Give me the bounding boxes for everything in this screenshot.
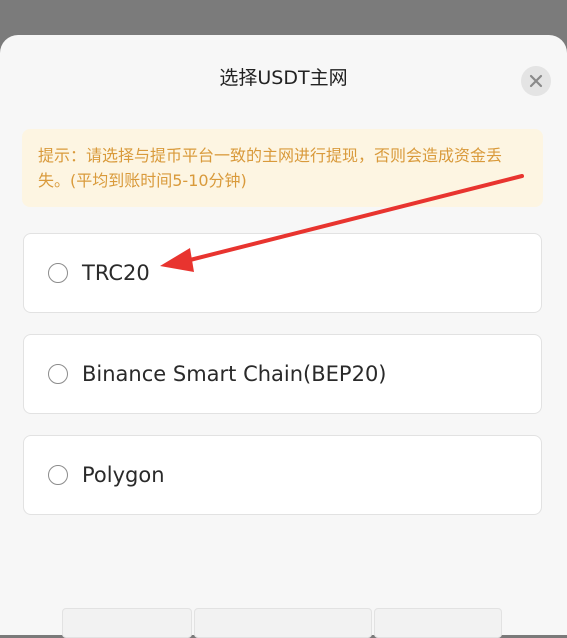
radio-icon[interactable] [48, 465, 68, 485]
radio-icon[interactable] [48, 263, 68, 283]
bottom-button-right[interactable] [374, 608, 502, 638]
option-label: Polygon [82, 463, 165, 487]
option-polygon[interactable]: Polygon [23, 435, 542, 515]
sheet-title: 选择USDT主网 [219, 67, 348, 89]
bottom-button-left[interactable] [62, 608, 192, 638]
close-button[interactable] [521, 66, 551, 96]
option-bep20[interactable]: Binance Smart Chain(BEP20) [23, 334, 542, 414]
close-icon [529, 74, 543, 88]
notice-banner: 提示：请选择与提币平台一致的主网进行提现，否则会造成资金丢失。(平均到账时间5-… [22, 129, 543, 207]
network-select-sheet: 选择USDT主网 提示：请选择与提币平台一致的主网进行提现，否则会造成资金丢失。… [0, 35, 567, 638]
option-trc20[interactable]: TRC20 [23, 233, 542, 313]
option-label: Binance Smart Chain(BEP20) [82, 362, 387, 386]
option-label: TRC20 [82, 261, 150, 285]
radio-icon[interactable] [48, 364, 68, 384]
bottom-button-middle[interactable] [194, 608, 372, 638]
